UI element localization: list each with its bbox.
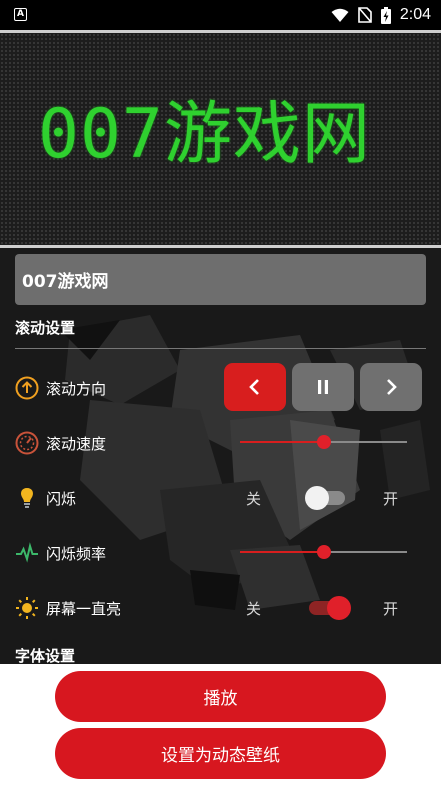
clock: 2:04 — [399, 6, 431, 23]
speedometer-icon — [15, 431, 39, 455]
section-divider — [15, 348, 426, 349]
blink-frequency-label: 闪烁频率 — [46, 545, 107, 563]
screen-always-on-toggle[interactable] — [305, 596, 351, 620]
sun-icon — [16, 597, 38, 619]
scroll-left-button[interactable] — [224, 363, 286, 411]
scroll-pause-button[interactable] — [292, 363, 354, 411]
display-text-input[interactable]: 007游戏网 — [15, 254, 426, 305]
scroll-direction-label: 滚动方向 — [46, 380, 107, 398]
pause-icon — [318, 380, 328, 394]
slider-fill — [240, 551, 324, 553]
blink-on-label: 开 — [383, 490, 399, 508]
slider-thumb[interactable] — [316, 545, 331, 559]
chevron-right-icon — [387, 379, 397, 395]
scroll-speed-label: 滚动速度 — [46, 435, 107, 453]
screen-always-on-label: 屏幕一直亮 — [46, 600, 122, 618]
led-display-text: 007游戏网 — [38, 95, 371, 174]
blink-frequency-slider[interactable] — [240, 542, 407, 562]
blink-off-label: 关 — [246, 490, 262, 508]
screen-on-off-label: 关 — [246, 600, 262, 618]
slider-thumb[interactable] — [316, 435, 331, 449]
play-button[interactable]: 播放 — [55, 671, 386, 722]
wifi-icon — [331, 8, 349, 22]
arrow-up-circle-icon — [15, 376, 39, 400]
battery-charging-icon — [380, 6, 391, 24]
led-display: 007游戏网 — [0, 30, 441, 248]
scroll-right-button[interactable] — [360, 363, 422, 411]
slider-fill — [240, 441, 324, 443]
set-live-wallpaper-button[interactable]: 设置为动态壁纸 — [55, 728, 386, 779]
toggle-knob — [305, 486, 329, 510]
font-settings-title: 字体设置 — [15, 647, 76, 665]
toggle-knob — [327, 596, 351, 620]
lightbulb-icon — [21, 488, 33, 508]
app-notification-icon: A — [14, 8, 27, 21]
no-sim-icon — [358, 7, 372, 23]
pulse-wave-icon — [16, 542, 38, 563]
blink-toggle[interactable] — [305, 486, 345, 510]
screen-on-on-label: 开 — [383, 600, 399, 618]
chevron-left-icon — [249, 379, 259, 395]
scroll-settings-title: 滚动设置 — [15, 319, 76, 337]
blink-label: 闪烁 — [46, 490, 77, 508]
status-bar: A 2:04 — [0, 0, 441, 30]
scroll-speed-slider[interactable] — [240, 432, 407, 452]
